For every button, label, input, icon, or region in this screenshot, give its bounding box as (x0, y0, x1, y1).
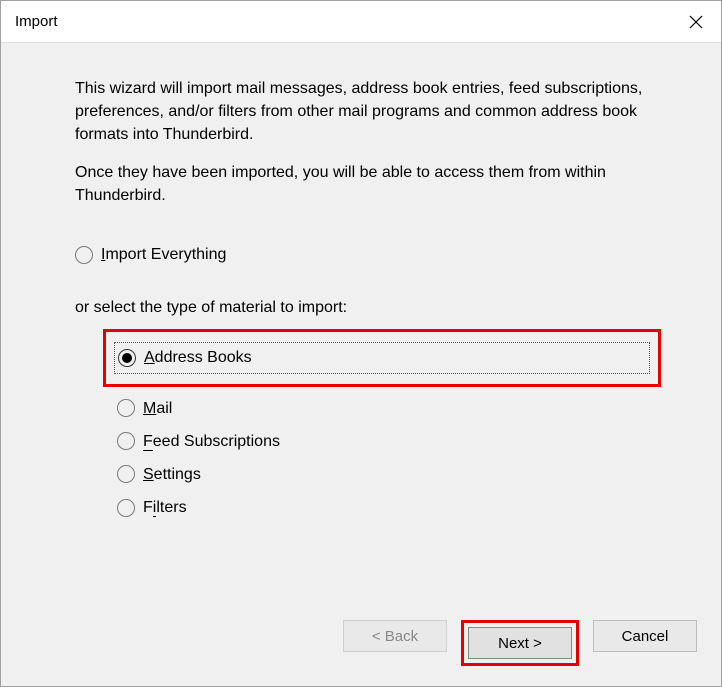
radio-icon (117, 399, 135, 417)
titlebar: Import (1, 1, 721, 43)
radio-mail[interactable]: Mail (117, 397, 661, 420)
select-type-label: or select the type of material to import… (75, 296, 661, 319)
highlight-address-books: Address Books (103, 329, 661, 386)
material-options-group: Mail Feed Subscriptions Settings Filters (117, 397, 661, 520)
radio-label-address-books: Address Books (144, 346, 252, 369)
radio-icon (118, 349, 136, 367)
radio-icon (117, 465, 135, 483)
radio-filters[interactable]: Filters (117, 496, 661, 519)
back-button: < Back (343, 620, 447, 652)
dialog-footer: < Back Next > Cancel (1, 606, 721, 686)
radio-icon (117, 499, 135, 517)
radio-label-mail: Mail (143, 397, 172, 420)
radio-icon (117, 432, 135, 450)
intro-paragraph-2: Once they have been imported, you will b… (75, 161, 661, 207)
radio-import-everything[interactable]: Import Everything (75, 243, 661, 266)
import-wizard-window: Import This wizard will import mail mess… (0, 0, 722, 687)
radio-settings[interactable]: Settings (117, 463, 661, 486)
close-button[interactable] (671, 1, 721, 43)
radio-feed-subscriptions[interactable]: Feed Subscriptions (117, 430, 661, 453)
dialog-body: This wizard will import mail messages, a… (1, 43, 721, 606)
cancel-button[interactable]: Cancel (593, 620, 697, 652)
radio-selected-dot (122, 353, 132, 363)
window-title: Import (15, 13, 58, 30)
radio-icon (75, 246, 93, 264)
radio-label-import-everything: Import Everything (101, 243, 226, 266)
radio-label-settings: Settings (143, 463, 201, 486)
close-icon (689, 15, 703, 29)
intro-paragraph-1: This wizard will import mail messages, a… (75, 77, 661, 147)
next-button[interactable]: Next > (468, 627, 572, 659)
radio-label-feed-subscriptions: Feed Subscriptions (143, 430, 280, 453)
highlight-next: Next > (461, 620, 579, 666)
radio-label-filters: Filters (143, 496, 187, 519)
radio-address-books[interactable]: Address Books (114, 342, 650, 373)
